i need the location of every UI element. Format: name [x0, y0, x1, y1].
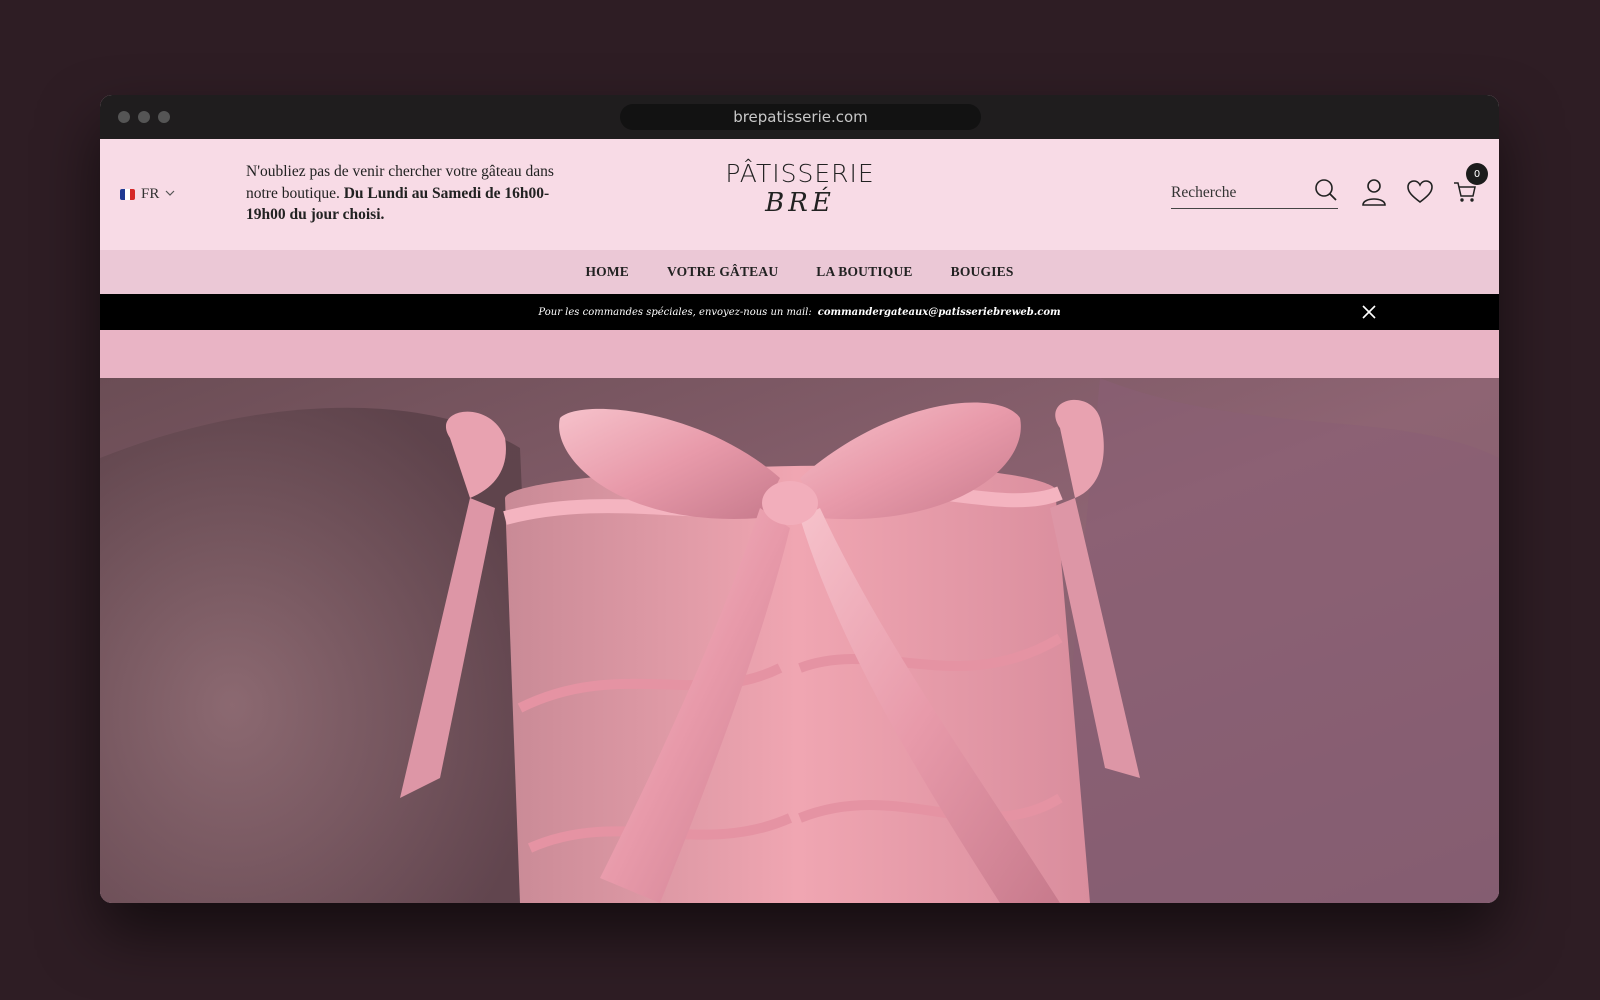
- browser-window: brepatisserie.com FR N'oubliez pas de ve…: [100, 95, 1499, 903]
- logo-wordmark-top: PÂTISSERIE: [725, 159, 875, 188]
- hero-top-band: [100, 330, 1499, 379]
- account-icon[interactable]: [1359, 177, 1389, 207]
- logo-wordmark-bottom: BRÉ: [765, 188, 835, 218]
- address-bar[interactable]: brepatisserie.com: [620, 104, 981, 130]
- maximize-window-button[interactable]: [158, 111, 170, 123]
- pickup-notice: N'oubliez pas de venir chercher votre gâ…: [246, 161, 566, 226]
- nav-item-bougies[interactable]: BOUGIES: [951, 264, 1014, 280]
- chevron-down-icon: [165, 189, 175, 200]
- language-selector[interactable]: FR: [120, 186, 175, 203]
- close-window-button[interactable]: [118, 111, 130, 123]
- wishlist-heart-icon[interactable]: [1405, 177, 1435, 207]
- search-icon[interactable]: [1314, 178, 1338, 207]
- search-box: [1171, 177, 1338, 209]
- cart-count-badge: 0: [1466, 163, 1488, 185]
- site-header: FR N'oubliez pas de venir chercher votre…: [100, 139, 1499, 250]
- minimize-window-button[interactable]: [138, 111, 150, 123]
- nav-item-home[interactable]: HOME: [585, 264, 629, 280]
- window-controls: [118, 111, 170, 123]
- hero-cake-image: [100, 378, 1499, 903]
- browser-titlebar: brepatisserie.com: [100, 95, 1499, 139]
- main-navigation: HOME VOTRE GÂTEAU LA BOUTIQUE BOUGIES: [100, 250, 1499, 294]
- site-logo[interactable]: PÂTISSERIE BRÉ: [690, 159, 910, 217]
- nav-item-la-boutique[interactable]: LA BOUTIQUE: [816, 264, 912, 280]
- search-input[interactable]: [1171, 183, 1301, 202]
- language-label: FR: [141, 186, 160, 202]
- close-icon[interactable]: [1360, 303, 1378, 321]
- nav-item-votre-gateau[interactable]: VOTRE GÂTEAU: [667, 264, 778, 280]
- france-flag-icon: [120, 189, 135, 200]
- announcement-email-link[interactable]: commandergateaux@patisseriebreweb.com: [818, 307, 1061, 318]
- announcement-text: Pour les commandes spéciales, envoyez-no…: [538, 306, 812, 318]
- announcement-bar: Pour les commandes spéciales, envoyez-no…: [100, 294, 1499, 330]
